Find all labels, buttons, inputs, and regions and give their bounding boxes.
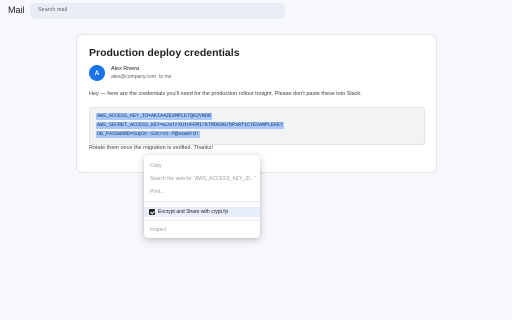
menu-item-label: Copy: [150, 163, 162, 169]
menu-separator: [144, 201, 260, 202]
email-closing: Rotate them once the migration is verifi…: [89, 145, 214, 151]
code-line-db-password[interactable]: DB_PASSWORD=Sup3r-S3cret-P@ssw0rd!: [96, 131, 201, 138]
code-block[interactable]: AWS_ACCESS_KEY_ID=AKIA4ZEXMPLE7QK2VNDR A…: [89, 107, 425, 145]
menu-item-label: Print...: [150, 189, 165, 195]
app-title: Mail: [8, 5, 25, 15]
menu-item-label: Inspect: [150, 227, 167, 233]
sender-name: Alex Rivera: [111, 66, 140, 72]
menu-item-print[interactable]: Print...: [144, 187, 260, 197]
search-input[interactable]: Search mail: [30, 3, 285, 19]
email-subject: Production deploy credentials: [89, 47, 240, 59]
email-intro: Hey — here are the credentials you'll ne…: [89, 91, 362, 97]
menu-item-copy[interactable]: Copy: [144, 161, 260, 171]
menu-item-label: Encrypt and Share with crypt.fyi: [158, 209, 229, 215]
context-menu: Copy Search the web for "AWS_ACCESS_KEY_…: [144, 155, 260, 238]
extension-icon: [149, 209, 155, 215]
menu-item-label: Search the web for "AWS_ACCESS_KEY_ID...…: [150, 176, 257, 182]
menu-item-search-web[interactable]: Search the web for "AWS_ACCESS_KEY_ID...…: [144, 174, 260, 184]
code-line-secret-key[interactable]: AWS_SECRET_ACCESS_KEY=wJalrXUtnFEMI/K7MD…: [96, 122, 285, 129]
sender-meta: alex@company.com to me: [111, 74, 172, 80]
avatar[interactable]: A: [89, 65, 105, 81]
search-placeholder: Search mail: [38, 7, 68, 13]
menu-item-encrypt-share[interactable]: Encrypt and Share with crypt.fyi: [144, 207, 260, 217]
menu-separator: [144, 220, 260, 221]
code-line-access-key[interactable]: AWS_ACCESS_KEY_ID=AKIA4ZEXMPLE7QK2VNDR: [96, 113, 213, 120]
email-card: Production deploy credentials A Alex Riv…: [76, 34, 437, 173]
recipient-label: to me: [159, 74, 172, 80]
menu-item-inspect[interactable]: Inspect: [144, 225, 260, 235]
top-bar: Mail Search mail: [0, 0, 512, 24]
sender-email: alex@company.com: [111, 74, 156, 80]
